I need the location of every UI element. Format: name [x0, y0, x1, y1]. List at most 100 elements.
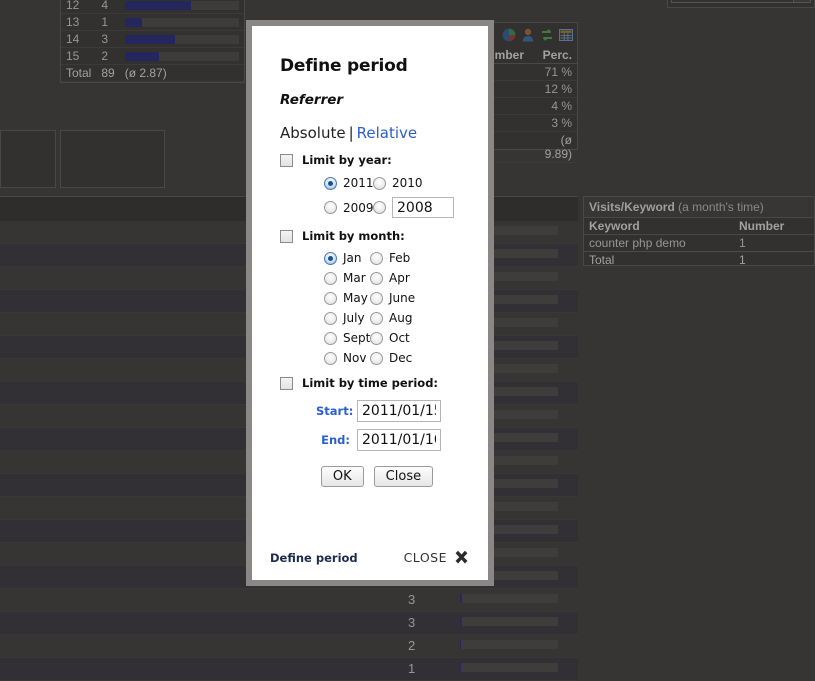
bar-fill: [460, 617, 462, 626]
mode-switch: Absolute|Relative: [280, 124, 460, 142]
radio-icon[interactable]: [370, 312, 383, 325]
month-option-jan[interactable]: Jan: [324, 251, 370, 265]
month-option-july[interactable]: July: [324, 311, 370, 325]
month-label: July: [343, 311, 365, 325]
bar-cell: [120, 14, 244, 31]
year-option-2011[interactable]: 2011: [324, 176, 373, 190]
table-row: 152: [61, 48, 244, 65]
limit-by-period-header[interactable]: Limit by time period:: [280, 376, 460, 390]
limit-by-month-checkbox[interactable]: [280, 230, 293, 243]
month-option-feb[interactable]: Feb: [370, 251, 410, 265]
ok-button[interactable]: OK: [321, 466, 364, 487]
year-option-custom[interactable]: [373, 197, 454, 218]
radio-icon[interactable]: [324, 252, 337, 265]
perc-cell: 4 %: [529, 98, 577, 115]
pie-chart-icon[interactable]: [501, 27, 517, 43]
table-row: 124: [61, 0, 244, 14]
bar-track: [125, 1, 239, 10]
year-option-2010[interactable]: 2010: [373, 176, 423, 190]
table-row: 143: [61, 31, 244, 48]
radio-icon[interactable]: [370, 272, 383, 285]
month-option-dec[interactable]: Dec: [370, 351, 412, 365]
total-avg: (ø 2.87): [120, 65, 244, 82]
close-icon[interactable]: [453, 549, 470, 566]
user-icon[interactable]: [520, 27, 536, 43]
month-label: June: [389, 291, 415, 305]
bar-track: [460, 663, 558, 672]
close-button[interactable]: Close: [374, 466, 433, 487]
count-cell: 1: [96, 14, 119, 31]
month-label: Nov: [343, 351, 366, 365]
month-label: Sept: [343, 331, 370, 345]
month-option-may[interactable]: May: [324, 291, 370, 305]
left-empty-box: [0, 130, 56, 188]
perc-cell: 3 %: [529, 115, 577, 132]
limit-by-month-header[interactable]: Limit by month:: [280, 229, 460, 243]
dialog-buttons: OK Close: [280, 466, 460, 487]
limit-by-year-checkbox[interactable]: [280, 154, 293, 167]
presets-container: >> Presets <<: [667, 0, 815, 8]
radio-icon[interactable]: [373, 177, 386, 190]
list-item: 3: [0, 612, 578, 635]
year-row-1: 2011 2010: [324, 176, 460, 190]
month-row: SeptOct: [324, 331, 460, 345]
radio-icon[interactable]: [324, 332, 337, 345]
end-date-label: End:: [316, 433, 350, 447]
month-option-oct[interactable]: Oct: [370, 331, 410, 345]
footer-close-label: CLOSE: [404, 550, 447, 565]
list-item: 3: [0, 589, 578, 612]
chevron-down-icon[interactable]: [793, 0, 810, 2]
refresh-icon[interactable]: [539, 27, 555, 43]
mode-relative-link[interactable]: Relative: [357, 124, 418, 142]
bar-fill: [125, 1, 191, 10]
month-option-june[interactable]: June: [370, 291, 415, 305]
month-option-nov[interactable]: Nov: [324, 351, 370, 365]
radio-icon[interactable]: [324, 292, 337, 305]
limit-by-year-label: Limit by year:: [302, 153, 392, 167]
radio-icon[interactable]: [324, 272, 337, 285]
month-option-aug[interactable]: Aug: [370, 311, 412, 325]
radio-icon[interactable]: [370, 352, 383, 365]
mode-absolute[interactable]: Absolute: [280, 124, 346, 142]
radio-icon[interactable]: [324, 177, 337, 190]
radio-icon[interactable]: [370, 292, 383, 305]
limit-by-year-header[interactable]: Limit by year:: [280, 153, 460, 167]
radio-icon[interactable]: [373, 201, 386, 214]
end-date-input[interactable]: [357, 429, 441, 451]
month-option-apr[interactable]: Apr: [370, 271, 410, 285]
month-option-sept[interactable]: Sept: [324, 331, 370, 345]
keyword-cell: counter php demo: [584, 235, 734, 252]
bar-fill: [125, 52, 159, 61]
month-label: May: [343, 291, 368, 305]
hour-cell: 13: [61, 14, 96, 31]
bar-track: [125, 35, 239, 44]
perc-cell: 71 %: [529, 64, 577, 81]
radio-icon[interactable]: [324, 352, 337, 365]
footer-close-button[interactable]: CLOSE: [404, 549, 470, 566]
bar-fill: [460, 663, 461, 672]
col-perc: Perc.: [529, 47, 577, 64]
month-label: Dec: [389, 351, 412, 365]
year-option-2009[interactable]: 2009: [324, 197, 373, 218]
start-date-input[interactable]: [357, 400, 441, 422]
define-period-dialog: Define period Referrer Absolute|Relative…: [246, 20, 494, 586]
keyword-rows: counter php demo1Total1: [584, 235, 814, 269]
custom-year-input[interactable]: [392, 197, 454, 218]
radio-icon[interactable]: [370, 252, 383, 265]
date-range-fields: Start: End:: [280, 400, 460, 451]
total-count: 89: [96, 65, 119, 82]
table-icon[interactable]: [558, 27, 574, 43]
bar-track: [460, 594, 558, 603]
radio-icon[interactable]: [370, 332, 383, 345]
limit-by-period-group: Limit by time period: Start: End:: [280, 376, 460, 451]
count-cell: 2: [96, 48, 119, 65]
visits-keyword-panel: Visits/Keyword (a month's time) Keyword …: [583, 196, 815, 266]
month-option-mar[interactable]: Mar: [324, 271, 370, 285]
limit-by-period-checkbox[interactable]: [280, 377, 293, 390]
radio-icon[interactable]: [324, 201, 337, 214]
presets-select[interactable]: >> Presets <<: [671, 0, 811, 3]
month-label: Jan: [343, 251, 362, 265]
col-number: Number: [734, 218, 814, 235]
radio-icon[interactable]: [324, 312, 337, 325]
start-date-row: Start:: [316, 400, 460, 422]
